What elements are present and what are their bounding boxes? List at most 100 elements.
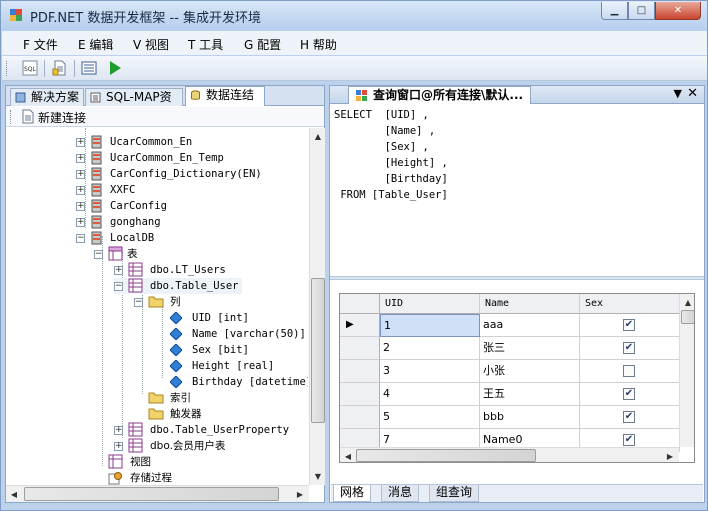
expand-icon[interactable]: + [76,138,85,147]
collapse-icon[interactable]: − [76,234,85,243]
grid-cell[interactable]: 4 [380,383,480,406]
scroll-down-icon[interactable]: ▼ [310,468,326,484]
database-server-icon [91,231,102,245]
table-icon [128,422,143,437]
dropdown-icon[interactable]: ▼ [674,87,682,100]
grid-header-sex[interactable]: Sex [580,294,680,314]
scroll-thumb[interactable] [681,310,694,324]
toolbar-grip[interactable] [6,61,9,76]
checkbox-checked[interactable]: ✔ [623,342,635,354]
grid-cell[interactable]: bbb [480,406,580,429]
scroll-thumb[interactable] [311,278,325,423]
result-grid[interactable]: UID Name Sex ▶ 1 aaa ✔ 2 张三 ✔ 3 小张 4 王五 … [339,293,695,463]
expand-icon[interactable]: + [76,154,85,163]
grid-cell[interactable]: 1 [380,314,480,337]
tree-table-node-selected[interactable]: − dbo.Table_User [114,278,242,294]
checkbox-unchecked[interactable] [623,365,635,377]
new-connection-icon[interactable] [20,109,35,124]
collapse-icon[interactable]: − [94,250,103,259]
grid-cell[interactable]: 小张 [480,360,580,383]
expand-icon[interactable]: + [114,442,123,451]
grid-cell-checkbox[interactable]: ✔ [580,406,680,429]
tab-grid[interactable]: 网格 [333,485,372,502]
scroll-up-icon[interactable]: ▲ [310,128,326,144]
scroll-thumb[interactable] [24,487,279,501]
grid-cell[interactable]: 张三 [480,337,580,360]
grid-horizontal-scrollbar[interactable]: ◀ ▶ [340,447,679,462]
editor-result-splitter[interactable] [330,276,704,280]
scroll-up-icon[interactable]: ▲ [680,294,694,310]
scroll-thumb[interactable] [356,449,536,462]
new-document-icon[interactable] [52,60,68,76]
checkbox-checked[interactable]: ✔ [623,388,635,400]
grid-cell[interactable]: 5 [380,406,480,429]
grid-cell[interactable]: aaa [480,314,580,337]
database-server-icon [91,199,102,213]
menu-help[interactable]: H 帮助 [300,36,337,53]
checkbox-checked[interactable]: ✔ [623,411,635,423]
grid-cell-checkbox[interactable]: ✔ [580,383,680,406]
expand-icon[interactable]: + [76,170,85,179]
expand-icon[interactable]: + [114,266,123,275]
toolbar-separator [44,60,45,77]
grid-header-uid[interactable]: UID [380,294,480,314]
grid-vertical-scrollbar[interactable]: ▲ [679,294,694,447]
column-icon [170,328,182,340]
list-icon[interactable] [81,60,97,76]
solution-icon [15,92,26,103]
row-header[interactable]: ▶ [340,314,380,337]
query-tab-strip: 查询窗口@所有连接\默认... ▼ ✕ [330,86,704,104]
left-tab-strip: 解决方案 SQL-MAP资源 数据连结 [6,86,324,120]
checkbox-checked[interactable]: ✔ [623,434,635,446]
grid-cell[interactable]: 3 [380,360,480,383]
tab-sqlmap[interactable]: SQL-MAP资源 [85,88,183,120]
scroll-right-icon[interactable]: ▶ [292,486,308,502]
folder-icon [148,296,164,308]
column-icon [170,344,182,356]
sql-icon[interactable]: SQL [22,60,38,76]
checkbox-checked[interactable]: ✔ [623,319,635,331]
expand-icon[interactable]: + [76,202,85,211]
expand-icon[interactable]: + [76,218,85,227]
scroll-right-icon[interactable]: ▶ [662,448,678,462]
grid-cell[interactable]: 2 [380,337,480,360]
menu-view[interactable]: V 视图 [133,36,169,53]
scroll-left-icon[interactable]: ◀ [340,448,356,462]
tab-data-connection[interactable]: 数据连结 [185,86,265,106]
grid-cell[interactable]: 王五 [480,383,580,406]
menu-edit[interactable]: E 编辑 [78,36,113,53]
query-icon [356,90,367,101]
sqlmap-icon [90,92,101,103]
grid-corner [340,294,380,314]
grid-cell-checkbox[interactable]: ✔ [580,337,680,360]
expand-icon[interactable]: + [114,426,123,435]
collapse-icon[interactable]: − [114,282,123,291]
tree-horizontal-scrollbar[interactable]: ◀ ▶ [6,485,309,502]
tree-vertical-scrollbar[interactable]: ▲ ▼ [309,128,325,485]
menu-config[interactable]: G 配置 [244,36,281,53]
grid-cell-checkbox[interactable] [580,360,680,383]
close-tab-icon[interactable]: ✕ [687,86,698,101]
tab-messages[interactable]: 消息 [381,485,420,502]
tab-query-window[interactable]: 查询窗口@所有连接\默认... [348,86,531,104]
grid-cell-checkbox[interactable]: ✔ [580,314,680,337]
row-header[interactable] [340,406,380,429]
new-connection-button[interactable]: 新建连接 [38,109,86,126]
scroll-left-icon[interactable]: ◀ [6,486,22,502]
grid-header-name[interactable]: Name [480,294,580,314]
expand-icon[interactable]: + [76,186,85,195]
row-header[interactable] [340,383,380,406]
run-icon[interactable] [107,60,123,76]
maximize-button[interactable]: □ [628,2,655,20]
collapse-icon[interactable]: − [134,298,143,307]
tab-solution[interactable]: 解决方案 [10,88,84,106]
toolbar-separator [74,60,75,77]
minimize-button[interactable]: ▁ [601,2,628,20]
menu-tools[interactable]: T 工具 [188,36,223,53]
tab-group-query[interactable]: 组查询 [429,485,480,502]
sql-editor[interactable]: SELECT [UID] , [Name] , [Sex] , [Height]… [334,107,700,203]
close-button[interactable]: ✕ [655,2,701,20]
menu-file[interactable]: F 文件 [23,36,58,53]
row-header[interactable] [340,360,380,383]
row-header[interactable] [340,337,380,360]
